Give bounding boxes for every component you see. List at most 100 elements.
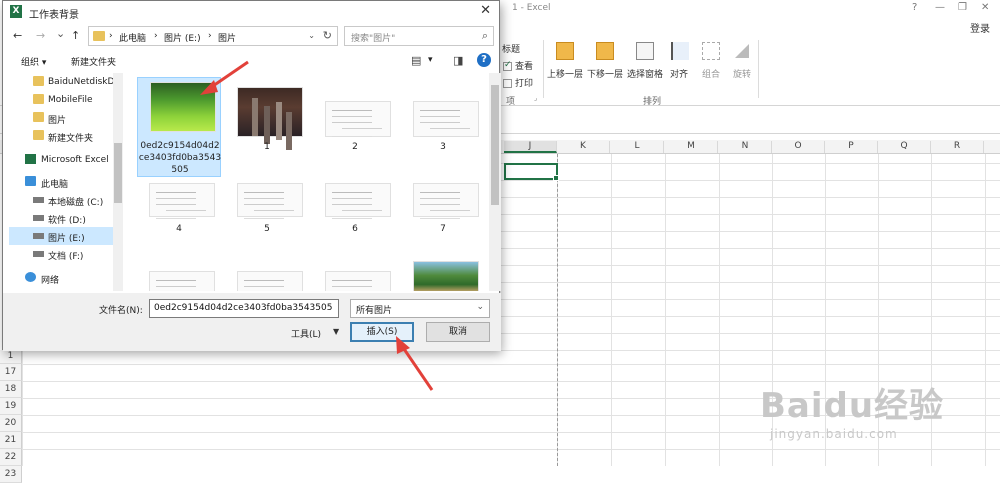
align-button[interactable]: 对齐 [670, 67, 688, 80]
view-checkbox[interactable]: 查看 [503, 59, 533, 72]
nav-item-new-folder[interactable]: 新建文件夹 [9, 127, 119, 145]
nav-item-network[interactable]: 网络 [9, 269, 119, 287]
chevron-down-icon: ⌄ [476, 302, 484, 312]
chevron-down-icon[interactable]: ▼ [333, 327, 339, 336]
chevron-down-icon[interactable]: ⌄ [308, 31, 315, 40]
column-header[interactable]: J [504, 141, 557, 153]
nav-item-baidunetdisk[interactable]: BaiduNetdiskD [9, 73, 119, 91]
filetype-select[interactable]: 所有图片 ⌄ [350, 299, 490, 318]
arrange-group-label: 排列 [643, 97, 662, 107]
column-header[interactable]: K [557, 141, 610, 153]
new-folder-button[interactable]: 新建文件夹 [71, 55, 116, 68]
baidu-watermark: Baidu经验 jingyan.baidu.com [760, 378, 944, 441]
send-backward-icon[interactable] [596, 42, 614, 60]
nav-item-mobilefile[interactable]: MobileFile [9, 91, 119, 109]
preview-pane-icon[interactable]: ◨ [453, 54, 463, 67]
back-button[interactable]: ← [13, 29, 22, 42]
selection-pane-button[interactable]: 选择窗格 [627, 67, 663, 80]
help-icon[interactable]: ? [912, 2, 917, 13]
file-tile[interactable]: 7 [401, 179, 485, 239]
row-header[interactable]: 1 [0, 350, 22, 364]
insert-button[interactable]: 插入(S) [350, 322, 414, 342]
column-header[interactable]: Q [878, 141, 931, 153]
restore-icon[interactable]: ❐ [958, 2, 967, 13]
column-header[interactable]: R [931, 141, 984, 153]
scrollbar-thumb[interactable] [491, 85, 499, 205]
send-backward-button[interactable]: 下移一层 [587, 67, 623, 80]
dialog-launcher-icon[interactable]: ⌟ [534, 94, 537, 102]
file-tile[interactable]: 4 [137, 179, 221, 239]
file-tile[interactable] [137, 269, 221, 291]
column-header[interactable]: N [719, 141, 772, 153]
bring-forward-button[interactable]: 上移一层 [547, 67, 583, 80]
bring-forward-icon[interactable] [556, 42, 574, 60]
file-tile[interactable]: 3 [401, 77, 485, 157]
nav-item-drive-d[interactable]: 软件 (D:) [9, 209, 119, 227]
forward-button[interactable]: → [36, 29, 45, 42]
file-tile[interactable]: 0ed2c9154d04d2ce3403fd0ba3543505 [137, 77, 221, 177]
search-input[interactable]: 搜索"图片" ⌕ [344, 26, 494, 46]
filename-field[interactable]: 0ed2c9154d04d2ce3403fd0ba3543505 [149, 299, 339, 318]
breadcrumb-drive-e[interactable]: 图片 (E:) [164, 31, 201, 44]
row-header[interactable]: 19 [0, 398, 22, 415]
row-header[interactable]: 20 [0, 415, 22, 432]
file-tile[interactable] [225, 269, 309, 291]
image-thumbnail [150, 82, 216, 132]
minimize-icon[interactable]: — [935, 2, 945, 13]
grid-line [22, 449, 1000, 450]
column-header[interactable]: P [825, 141, 878, 153]
organize-menu[interactable]: 组织 ▾ [21, 55, 46, 68]
active-cell[interactable] [504, 163, 558, 180]
breadcrumb-pictures[interactable]: 图片 [218, 31, 236, 44]
sheet-options-group-label: 项 [506, 97, 516, 107]
row-header[interactable]: 17 [0, 364, 22, 381]
row-header[interactable]: 23 [0, 466, 22, 483]
nav-item-this-pc[interactable]: 此电脑 [9, 173, 119, 191]
breadcrumb-this-pc[interactable]: 此电脑 [119, 31, 146, 44]
navpane-scrollbar[interactable] [113, 73, 123, 291]
row-header[interactable]: 22 [0, 449, 22, 466]
column-header[interactable]: O [772, 141, 825, 153]
close-icon[interactable]: ✕ [981, 2, 989, 13]
file-list-scrollbar[interactable] [489, 73, 501, 291]
dialog-titlebar[interactable]: X 工作表背景 ✕ [3, 1, 499, 23]
up-button[interactable]: ↑ [71, 29, 80, 42]
nav-item-pictures-folder[interactable]: 图片 [9, 109, 119, 127]
nav-item-microsoft-excel[interactable]: Microsoft Excel [9, 151, 119, 169]
print-checkbox[interactable]: 打印 [503, 76, 533, 89]
refresh-icon[interactable]: ↻ [323, 29, 332, 42]
login-link[interactable]: 登录 [970, 20, 990, 35]
file-tile[interactable]: 6 [313, 179, 397, 239]
rotate-button[interactable]: 旋转 [733, 67, 751, 80]
align-icon[interactable] [671, 42, 689, 60]
file-name: 3 [440, 142, 446, 152]
tools-menu[interactable]: 工具(L) [291, 327, 321, 340]
nav-item-drive-e[interactable]: 图片 (E:) [9, 227, 119, 245]
row-header[interactable]: 21 [0, 432, 22, 449]
column-header[interactable]: M [665, 141, 718, 153]
rotate-icon[interactable] [733, 42, 751, 60]
group-button[interactable]: 组合 [702, 67, 720, 80]
help-icon[interactable]: ? [477, 53, 491, 67]
file-tile[interactable]: 5 [225, 179, 309, 239]
column-header[interactable]: L [611, 141, 664, 153]
view-options-dropdown[interactable]: ▾ [428, 55, 433, 65]
selection-pane-icon[interactable] [636, 42, 654, 60]
file-tile[interactable]: 2 [313, 77, 397, 157]
file-tile[interactable]: 1 [225, 77, 309, 157]
group-icon[interactable] [702, 42, 720, 60]
view-options-icon[interactable]: ▤ [411, 54, 421, 67]
address-bar[interactable]: › 此电脑 › 图片 (E:) › 图片 ⌄ ↻ [88, 26, 338, 46]
grid-line [985, 154, 986, 466]
nav-item-drive-f[interactable]: 文档 (F:) [9, 245, 119, 263]
close-icon[interactable]: ✕ [480, 3, 491, 18]
file-tile[interactable] [313, 269, 397, 291]
row-header[interactable]: 18 [0, 381, 22, 398]
fill-handle[interactable] [553, 175, 559, 181]
scrollbar-thumb[interactable] [114, 143, 122, 203]
file-name: 0ed2c9154d04d2ce3403fd0ba3543505 [138, 141, 222, 175]
nav-item-drive-c[interactable]: 本地磁盘 (C:) [9, 191, 119, 209]
file-tile[interactable] [401, 259, 485, 291]
cancel-button[interactable]: 取消 [426, 322, 490, 342]
recent-dropdown[interactable]: ⌄ [56, 27, 65, 40]
